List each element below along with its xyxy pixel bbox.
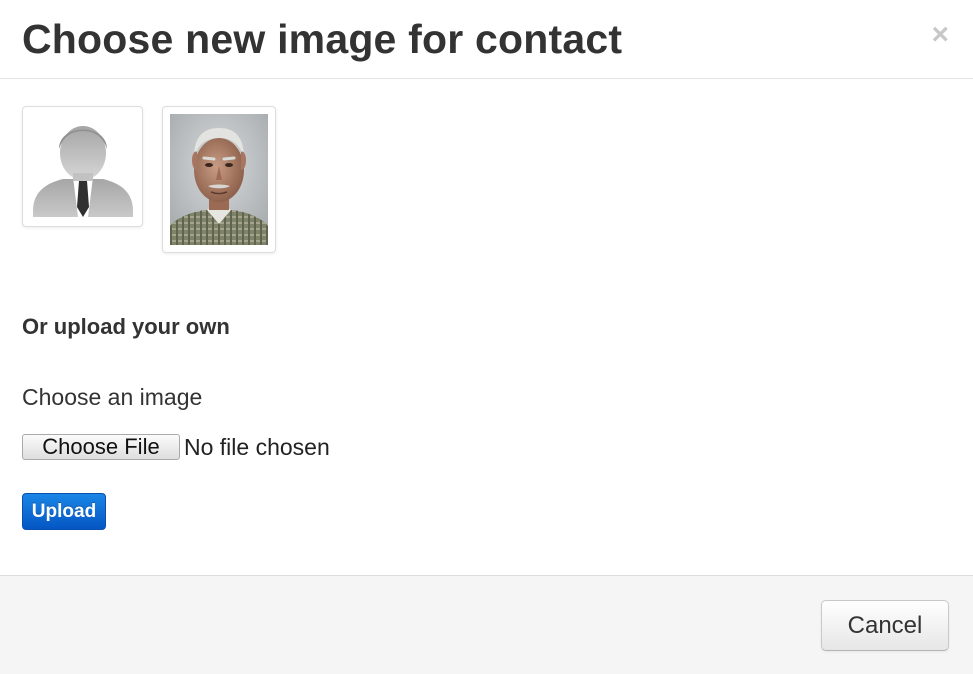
person-silhouette-icon [33, 126, 133, 217]
close-button[interactable]: × [931, 20, 949, 50]
upload-section-heading: Or upload your own [22, 314, 230, 339]
modal-footer: Cancel [0, 575, 973, 674]
cancel-button[interactable]: Cancel [821, 600, 949, 651]
modal-header: Choose new image for contact × [0, 0, 973, 79]
upload-button[interactable]: Upload [22, 493, 106, 530]
default-avatar-option[interactable] [22, 106, 143, 227]
choose-file-button[interactable]: Choose File [22, 434, 180, 460]
portrait-photo-option[interactable] [162, 106, 276, 253]
elderly-man-portrait [170, 114, 268, 245]
file-input[interactable]: Choose File No file chosen [22, 434, 330, 460]
choose-image-label: Choose an image [22, 384, 203, 410]
file-status-text: No file chosen [184, 434, 330, 460]
modal-title: Choose new image for contact [22, 16, 623, 62]
